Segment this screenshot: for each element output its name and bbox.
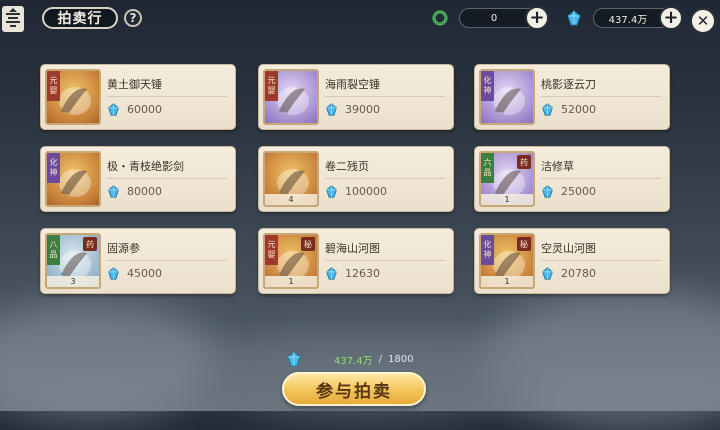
rank-badge: 化神 (47, 153, 60, 183)
auction-item-card[interactable]: 元婴 海雨裂空锤 39000 (258, 64, 454, 130)
help-button[interactable]: ? (124, 9, 142, 27)
spirit-stone-icon (108, 267, 119, 280)
item-quantity: 1 (265, 276, 317, 287)
spirit-stone-icon (287, 351, 301, 367)
item-thumbnail: 八品 药 3 (45, 233, 101, 289)
item-quantity: 3 (47, 276, 99, 287)
item-price: 12630 (345, 267, 380, 280)
rank-badge: 化神 (481, 71, 494, 101)
plus-icon: + (529, 7, 545, 28)
item-name: 空灵山河图 (541, 242, 596, 255)
item-name: 桃影逐云刀 (541, 78, 596, 91)
rank-badge: 六品 (481, 153, 494, 183)
item-price: 60000 (127, 103, 162, 116)
item-name: 黄土御天锤 (107, 78, 162, 91)
rank-badge: 元婴 (47, 71, 60, 101)
rank-badge: 元婴 (265, 235, 278, 265)
item-name: 卷二残页 (325, 160, 369, 173)
item-price: 45000 (127, 267, 162, 280)
item-name: 洁修草 (541, 160, 574, 173)
item-thumbnail: 化神 秘 1 (479, 233, 535, 289)
spirit-stone-icon (542, 185, 553, 198)
add-jade-button[interactable]: + (525, 6, 549, 30)
jade-ring-icon (432, 10, 448, 26)
item-price: 39000 (345, 103, 380, 116)
card-divider (107, 260, 227, 261)
balance-need: 1800 (388, 353, 414, 365)
card-divider (541, 96, 661, 97)
item-thumbnail: 4 (263, 151, 319, 207)
item-thumbnail: 化神 (479, 69, 535, 125)
category-tag: 药 (83, 237, 97, 251)
spirit-stone-icon (326, 185, 337, 198)
game-logo-icon (2, 6, 24, 32)
item-thumbnail: 六品 药 1 (479, 151, 535, 207)
category-tag: 秘 (517, 237, 531, 251)
item-price: 100000 (345, 185, 387, 198)
plus-icon: + (663, 7, 679, 28)
close-icon: ✕ (696, 12, 710, 30)
auction-item-card[interactable]: 4 卷二残页 100000 (258, 146, 454, 212)
join-auction-button[interactable]: 参与拍卖 (282, 372, 426, 406)
item-quantity: 4 (265, 194, 317, 205)
item-name: 碧海山河图 (325, 242, 380, 255)
card-divider (541, 260, 661, 261)
item-quantity: 1 (481, 276, 533, 287)
item-quantity: 1 (481, 194, 533, 205)
card-divider (541, 178, 661, 179)
spirit-stone-icon (542, 103, 553, 116)
rank-badge: 八品 (47, 235, 60, 265)
item-price: 80000 (127, 185, 162, 198)
spirit-stone-icon (326, 103, 337, 116)
item-price: 20780 (561, 267, 596, 280)
item-name: 极・青枝绝影剑 (107, 160, 184, 173)
auction-item-card[interactable]: 六品 药 1 洁修草 25000 (474, 146, 670, 212)
auction-item-card[interactable]: 元婴 黄土御天锤 60000 (40, 64, 236, 130)
spirit-stone-icon (326, 267, 337, 280)
item-price: 52000 (561, 103, 596, 116)
item-name: 固源参 (107, 242, 140, 255)
item-thumbnail: 元婴 (45, 69, 101, 125)
auction-item-card[interactable]: 化神 桃影逐云刀 52000 (474, 64, 670, 130)
item-thumbnail: 化神 (45, 151, 101, 207)
balance-separator: / (378, 353, 383, 365)
card-divider (325, 96, 445, 97)
close-button[interactable]: ✕ (690, 8, 716, 34)
spirit-stone-icon (542, 267, 553, 280)
rank-badge: 化神 (481, 235, 494, 265)
page-title: 拍卖行 (42, 7, 118, 29)
card-divider (107, 96, 227, 97)
spirit-stone-icon (567, 10, 581, 26)
card-divider (107, 178, 227, 179)
category-tag: 秘 (301, 237, 315, 251)
balance-have: 437.4万 (334, 355, 373, 367)
item-thumbnail: 元婴 秘 1 (263, 233, 319, 289)
auction-item-card[interactable]: 化神 秘 1 空灵山河图 20780 (474, 228, 670, 294)
auction-item-card[interactable]: 元婴 秘 1 碧海山河图 12630 (258, 228, 454, 294)
auction-item-card[interactable]: 八品 药 3 固源参 45000 (40, 228, 236, 294)
card-divider (325, 178, 445, 179)
add-spirit-stone-button[interactable]: + (659, 6, 683, 30)
rank-badge: 元婴 (265, 71, 278, 101)
card-divider (325, 260, 445, 261)
item-name: 海雨裂空锤 (325, 78, 380, 91)
spirit-stone-icon (108, 185, 119, 198)
item-price: 25000 (561, 185, 596, 198)
auction-item-card[interactable]: 化神 极・青枝绝影剑 80000 (40, 146, 236, 212)
item-thumbnail: 元婴 (263, 69, 319, 125)
category-tag: 药 (517, 155, 531, 169)
spirit-stone-icon (108, 103, 119, 116)
balance-readout: 437.4万 / 1800 (286, 348, 413, 370)
